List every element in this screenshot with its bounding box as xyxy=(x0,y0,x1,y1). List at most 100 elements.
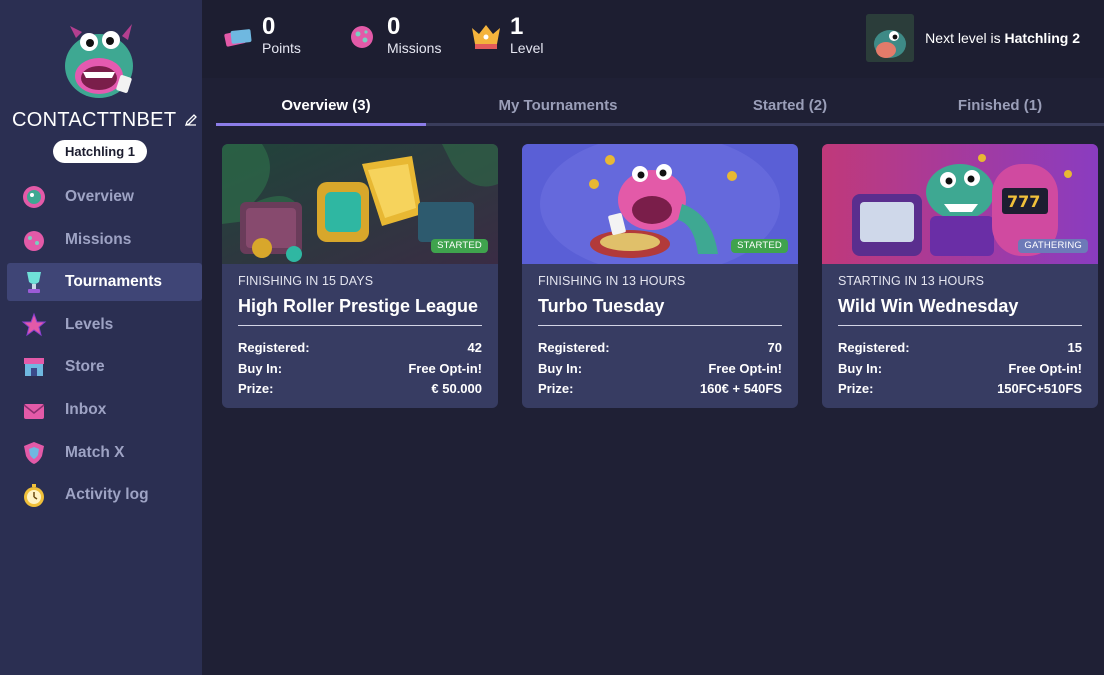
sidebar-item-label: Tournaments xyxy=(65,273,163,291)
prize-label: Prize: xyxy=(838,381,874,396)
tournament-timing: FINISHING IN 15 DAYS xyxy=(238,274,374,288)
buyin-row: Buy In: Free Opt-in! xyxy=(538,361,782,382)
crown-icon xyxy=(470,20,502,52)
tab-overview[interactable]: Overview (3) xyxy=(216,94,436,123)
next-level-name: Hatchling 2 xyxy=(1004,30,1080,46)
egg-icon xyxy=(347,20,379,52)
avatar[interactable] xyxy=(56,18,142,104)
buyin-label: Buy In: xyxy=(538,360,583,376)
tab-my-tournaments[interactable]: My Tournaments xyxy=(448,94,668,123)
registered-row: Registered: 15 xyxy=(838,340,1082,361)
divider xyxy=(538,325,782,326)
sidebar-item-label: Activity log xyxy=(65,486,149,504)
sidebar-item-match-x[interactable]: Match X xyxy=(7,434,202,472)
next-level[interactable]: Next level is Hatchling 2 xyxy=(866,14,1080,62)
points-stat: 0 Points xyxy=(222,14,301,62)
tab-finished[interactable]: Finished (1) xyxy=(912,94,1088,123)
registered-row: Registered: 42 xyxy=(238,340,482,361)
active-tab-indicator xyxy=(216,123,426,126)
prize-row: Prize: € 50.000 xyxy=(238,381,482,402)
sidebar-nav: Overview Missions Tournaments Levels Sto… xyxy=(7,178,202,519)
stats-bar: 0 Points 0 Missions 1 Level Next level i… xyxy=(202,0,1104,78)
prize-value: € 50.000 xyxy=(431,381,482,396)
tournament-timing: STARTING IN 13 HOURS xyxy=(838,274,985,288)
prize-row: Prize: 150FC+510FS xyxy=(838,381,1082,402)
sidebar-item-label: Match X xyxy=(65,443,125,461)
level-stat: 1 Level xyxy=(470,14,543,62)
buyin-label: Buy In: xyxy=(238,360,283,376)
buyin-value: Free Opt-in! xyxy=(1008,360,1082,376)
tournament-banner: 777 GATHERING xyxy=(822,144,1098,264)
buyin-value: Free Opt-in! xyxy=(408,360,482,376)
tournament-banner: STARTED xyxy=(222,144,498,264)
status-badge: GATHERING xyxy=(1018,239,1088,253)
tournament-tabs: Overview (3) My Tournaments Started (2) … xyxy=(216,94,1104,126)
tab-started[interactable]: Started (2) xyxy=(680,94,900,123)
missions-value: 0 xyxy=(387,13,401,40)
divider xyxy=(838,325,1082,326)
tournament-card[interactable]: STARTED FINISHING IN 13 HOURS Turbo Tues… xyxy=(522,144,798,408)
sidebar-item-label: Store xyxy=(65,358,105,376)
registered-value: 70 xyxy=(767,340,782,355)
shield-icon xyxy=(21,440,47,466)
trophy-icon xyxy=(21,269,47,295)
missions-label: Missions xyxy=(387,40,442,56)
sidebar-item-store[interactable]: Store xyxy=(7,348,202,386)
tickets-icon xyxy=(222,20,254,52)
sidebar-item-inbox[interactable]: Inbox xyxy=(7,391,202,429)
tournament-title: High Roller Prestige League xyxy=(238,296,479,316)
tournament-banner: STARTED xyxy=(522,144,798,264)
prize-value: 160€ + 540FS xyxy=(699,381,782,396)
next-level-text: Next level is Hatchling 2 xyxy=(925,30,1080,46)
tournament-title: Wild Win Wednesday xyxy=(838,296,1019,316)
tournament-card[interactable]: 777 GATHERING STARTING IN 13 HOURS Wild … xyxy=(822,144,1098,408)
prize-label: Prize: xyxy=(538,381,574,396)
username: CONTACTTNBET xyxy=(12,108,177,131)
level-value: 1 xyxy=(510,13,524,40)
tournament-timing: FINISHING IN 13 HOURS xyxy=(538,274,686,288)
sidebar: CONTACTTNBET Hatchling 1 Overview Missio… xyxy=(0,0,202,675)
prize-row: Prize: 160€ + 540FS xyxy=(538,381,782,402)
registered-row: Registered: 70 xyxy=(538,340,782,361)
points-value: 0 xyxy=(262,13,276,40)
sidebar-item-tournaments[interactable]: Tournaments xyxy=(7,263,202,302)
status-badge: STARTED xyxy=(431,239,488,253)
store-icon xyxy=(21,354,47,380)
star-icon xyxy=(21,312,47,338)
tournament-title: Turbo Tuesday xyxy=(538,296,665,316)
sidebar-item-overview[interactable]: Overview xyxy=(7,178,202,216)
username-row: CONTACTTNBET xyxy=(12,108,198,132)
prize-label: Prize: xyxy=(238,381,274,396)
sidebar-item-missions[interactable]: Missions xyxy=(7,221,202,259)
sidebar-item-activity-log[interactable]: Activity log xyxy=(7,476,202,514)
sidebar-item-label: Missions xyxy=(65,230,132,248)
sidebar-item-label: Overview xyxy=(65,188,134,205)
sidebar-item-label: Levels xyxy=(65,315,114,333)
points-label: Points xyxy=(262,40,301,56)
registered-value: 15 xyxy=(1067,340,1082,355)
tournament-card[interactable]: STARTED FINISHING IN 15 DAYS High Roller… xyxy=(222,144,498,408)
prize-value: 150FC+510FS xyxy=(997,381,1082,396)
sidebar-item-label: Inbox xyxy=(65,400,107,418)
pencil-icon[interactable] xyxy=(184,113,198,127)
registered-label: Registered: xyxy=(538,340,610,355)
divider xyxy=(238,325,482,326)
buyin-row: Buy In: Free Opt-in! xyxy=(838,361,1082,382)
buyin-label: Buy In: xyxy=(838,360,883,376)
level-label: Level xyxy=(510,40,544,56)
registered-label: Registered: xyxy=(838,340,910,355)
next-level-prefix: Next level is xyxy=(925,30,1001,46)
buyin-row: Buy In: Free Opt-in! xyxy=(238,361,482,382)
svg-text:777: 777 xyxy=(1007,192,1040,211)
status-badge: STARTED xyxy=(731,239,788,253)
sidebar-item-levels[interactable]: Levels xyxy=(7,306,202,344)
dino-badge-icon xyxy=(21,184,47,210)
envelope-icon xyxy=(21,397,47,423)
stopwatch-icon xyxy=(21,482,47,508)
registered-value: 42 xyxy=(467,340,482,355)
level-badge: Hatchling 1 xyxy=(53,140,147,163)
registered-label: Registered: xyxy=(238,340,310,355)
egg-icon xyxy=(21,227,47,253)
dino-avatar-icon xyxy=(65,24,133,98)
next-level-avatar xyxy=(866,14,915,62)
